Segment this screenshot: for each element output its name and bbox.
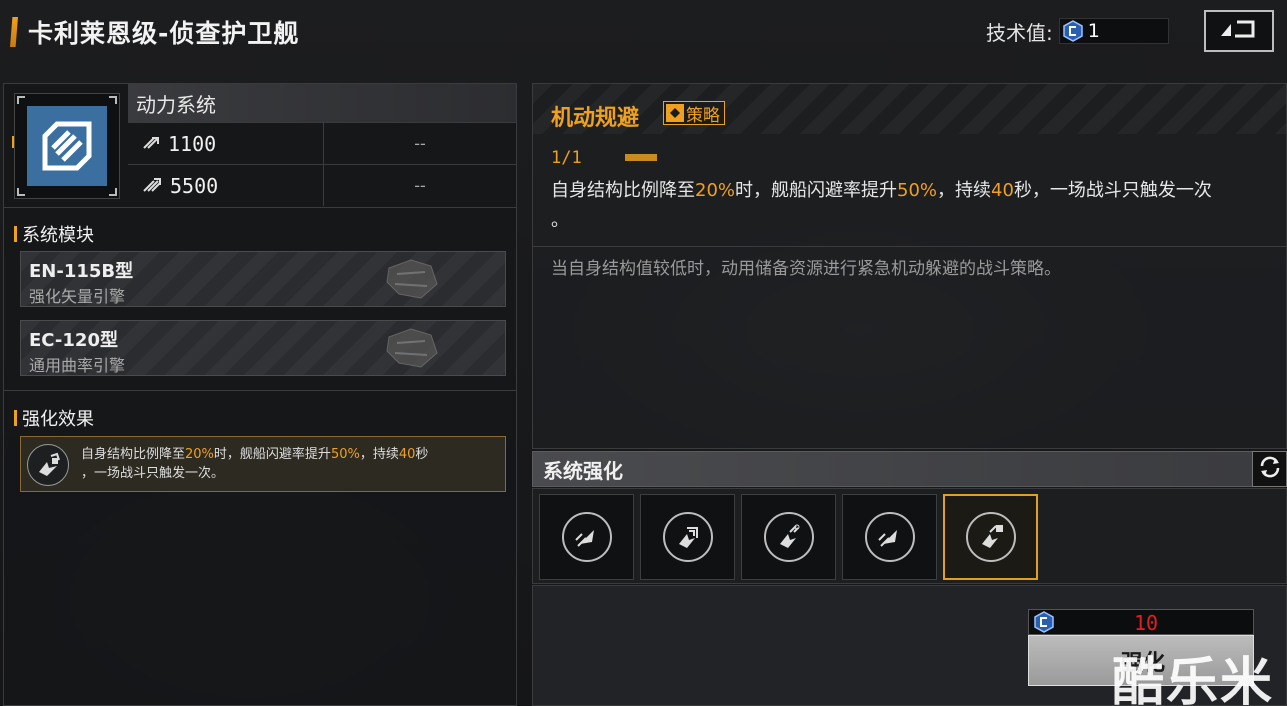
- skill-flavor-text: 当自身结构值较低时，动用储备资源进行紧急机动躲避的战斗策略。: [551, 259, 1061, 279]
- skill-level-bar: [625, 154, 657, 161]
- engine-system-icon: [27, 106, 107, 186]
- module-subtitle: 强化矢量引擎: [29, 287, 126, 306]
- jet-gem-wrench-icon: [965, 512, 1016, 562]
- strategy-tag: 策略: [663, 101, 725, 126]
- divider: [4, 390, 516, 391]
- enhance-title: 系统强化: [543, 458, 623, 483]
- back-button[interactable]: [1204, 10, 1274, 52]
- thrust-icon: [142, 134, 160, 154]
- title-accent: [10, 17, 18, 47]
- tech-value-box: 1: [1058, 18, 1169, 44]
- refresh-button[interactable]: [1252, 451, 1287, 487]
- tech-value: 1: [1087, 20, 1100, 42]
- strategy-icon: [666, 104, 684, 122]
- strategy-label: 策略: [686, 105, 720, 126]
- jet-boost-icon: [864, 512, 915, 562]
- refresh-icon: [1258, 455, 1282, 483]
- stat-row: 5500 --: [128, 164, 516, 206]
- enhance-slot[interactable]: [640, 494, 735, 580]
- module-name: EN-115B型: [29, 261, 134, 282]
- stat-row: 1100 --: [128, 122, 516, 164]
- skill-title: 机动规避: [551, 106, 640, 131]
- page-title: 卡利莱恩级-侦查护卫舰: [28, 19, 300, 48]
- speed-icon: [142, 175, 162, 197]
- back-arrow-icon: [1217, 16, 1261, 46]
- modules-section-title: 系统模块: [14, 221, 94, 247]
- system-name-row: 动力系统: [128, 84, 516, 122]
- effect-text: 自身结构比例降至20%时，舰船闪避率提升50%，持续40秒 ，一场战斗只触发一次。: [81, 447, 429, 481]
- stat-value: 5500: [170, 173, 219, 198]
- module-subtitle: 通用曲率引擎: [29, 356, 126, 375]
- watermark: 酷乐米: [1112, 653, 1275, 706]
- jet-shield-icon: [662, 512, 713, 562]
- module-name: EC-120型: [29, 330, 118, 351]
- tech-points: 技术值: 1: [986, 17, 1169, 45]
- tech-gem-icon: [1033, 611, 1055, 633]
- stat-secondary: --: [414, 134, 426, 153]
- jet-boost-icon: [561, 512, 612, 562]
- skill-detail-panel: 机动规避 策略 1/1 自身结构比例降至20%时，舰船闪避率提升50%，持续40…: [532, 83, 1287, 449]
- skill-level: 1/1: [551, 148, 582, 168]
- tech-label: 技术值:: [986, 20, 1053, 45]
- engine-module-icon: [381, 256, 441, 302]
- jet-gem-wrench-icon: [27, 444, 69, 486]
- divider: [533, 246, 1286, 247]
- tech-gem-icon: [1062, 20, 1084, 42]
- module-card[interactable]: EN-115B型 强化矢量引擎: [20, 251, 506, 307]
- engine-module-icon: [381, 325, 441, 371]
- enhance-header: 系统强化: [532, 451, 1287, 487]
- enhance-slot[interactable]: [842, 494, 937, 580]
- enhance-slot-selected[interactable]: [943, 494, 1038, 580]
- enhance-slot[interactable]: [741, 494, 836, 580]
- effect-card: 自身结构比例降至20%时，舰船闪避率提升50%，持续40秒 ，一场战斗只触发一次。: [20, 436, 506, 492]
- jet-wrench-icon: [763, 512, 814, 562]
- stat-secondary: --: [414, 176, 426, 195]
- system-header: 动力系统 1100 -- 5500 --: [4, 84, 516, 208]
- enhance-slot[interactable]: [539, 494, 634, 580]
- effect-section-title: 强化效果: [14, 405, 94, 431]
- enhance-cost: 10: [1028, 609, 1254, 635]
- skill-description: 自身结构比例降至20%时，舰船闪避率提升50%，持续40秒，一场战斗只触发一次。: [551, 180, 1212, 231]
- enhance-slots: [532, 488, 1287, 584]
- module-card[interactable]: EC-120型 通用曲率引擎: [20, 320, 506, 376]
- system-icon-frame: [14, 93, 120, 199]
- system-panel: 动力系统 1100 -- 5500 -- 系统模块 EN-115B型 强化矢量引…: [3, 83, 517, 706]
- system-name: 动力系统: [136, 92, 216, 117]
- stat-value: 1100: [168, 131, 217, 156]
- enhance-cost-value: 10: [1134, 611, 1159, 635]
- page-header: 卡利莱恩级-侦查护卫舰: [10, 14, 299, 50]
